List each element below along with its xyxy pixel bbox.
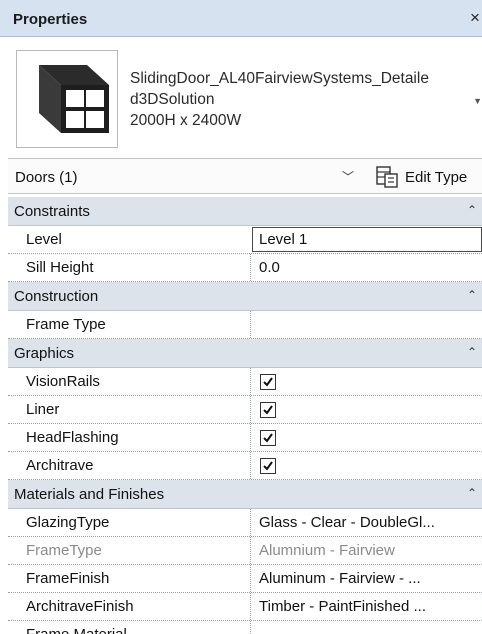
properties-palette: Properties × SlidingDoor_AL40FairviewSys… — [0, 0, 482, 634]
architrave-checkbox[interactable] — [260, 458, 276, 474]
properties-grid: Constraints ⌃ Level Level 1 Sill Height … — [8, 197, 482, 634]
edit-type-icon — [376, 166, 398, 188]
property-row-frame-finish[interactable]: FrameFinish Aluminum - Fairview - ... — [8, 565, 482, 593]
property-name: Frame Type — [26, 316, 106, 333]
property-row-vision-rails[interactable]: VisionRails — [8, 368, 482, 396]
property-value[interactable]: Aluminum - Fairview - ... — [259, 570, 481, 587]
liner-checkbox[interactable] — [260, 402, 276, 418]
instance-filter-dropdown[interactable]: Doors (1) — [15, 169, 78, 186]
property-value[interactable]: Timber - PaintFinished ... — [259, 598, 481, 615]
palette-titlebar[interactable]: Properties × — [0, 0, 482, 37]
property-name: Frame Material — [26, 626, 127, 634]
column-divider — [250, 254, 251, 281]
property-row-frame-type[interactable]: Frame Type — [8, 311, 482, 339]
column-divider — [250, 621, 251, 634]
property-row-head-flashing[interactable]: HeadFlashing — [8, 424, 482, 452]
column-divider — [250, 452, 251, 479]
type-name: SlidingDoor_AL40FairviewSystems_Detaile … — [130, 68, 475, 131]
group-header-materials-and-finishes[interactable]: Materials and Finishes ⌃ — [8, 480, 482, 509]
vision-rails-checkbox[interactable] — [260, 374, 276, 390]
group-header-construction[interactable]: Construction ⌃ — [8, 282, 482, 311]
property-name: FrameType — [26, 542, 102, 559]
property-value[interactable]: 0.0 — [259, 259, 481, 276]
property-row-architrave[interactable]: Architrave — [8, 452, 482, 480]
property-name: Liner — [26, 401, 60, 418]
property-row-frame-material[interactable]: Frame Material — [8, 621, 482, 634]
group-header-constraints[interactable]: Constraints ⌃ — [8, 197, 482, 226]
property-row-sill-height[interactable]: Sill Height 0.0 — [8, 254, 482, 282]
window-door-icon — [16, 50, 118, 148]
close-icon[interactable]: × — [470, 9, 482, 26]
edit-type-label: Edit Type — [405, 169, 468, 186]
edit-type-button[interactable]: Edit Type — [372, 163, 482, 189]
collapse-icon[interactable]: ⌃ — [467, 486, 477, 500]
type-name-line: d3DSolution — [130, 91, 215, 108]
property-name: Level — [26, 231, 62, 248]
property-row-glazing-type[interactable]: GlazingType Glass - Clear - DoubleGl... — [8, 509, 482, 537]
column-divider — [250, 593, 251, 620]
type-size: 2000H x 2400W — [130, 112, 242, 129]
property-row-liner[interactable]: Liner — [8, 396, 482, 424]
column-divider — [250, 311, 251, 338]
column-divider — [250, 565, 251, 592]
head-flashing-checkbox[interactable] — [260, 430, 276, 446]
type-dropdown-icon[interactable]: ▼ — [473, 96, 482, 106]
property-row-architrave-finish[interactable]: ArchitraveFinish Timber - PaintFinished … — [8, 593, 482, 621]
collapse-icon[interactable]: ⌃ — [467, 288, 477, 302]
column-divider — [250, 424, 251, 451]
property-row-level[interactable]: Level Level 1 — [8, 226, 482, 254]
column-divider — [250, 509, 251, 536]
property-row-frame-type-material: FrameType Alumnium - Fairview — [8, 537, 482, 565]
type-selector[interactable]: SlidingDoor_AL40FairviewSystems_Detaile … — [8, 44, 482, 152]
property-name: FrameFinish — [26, 570, 110, 587]
type-name-line: SlidingDoor_AL40FairviewSystems_Detaile — [130, 70, 429, 87]
property-name: VisionRails — [26, 373, 100, 390]
group-name: Materials and Finishes — [14, 486, 165, 503]
property-name: Architrave — [26, 457, 94, 474]
group-name: Graphics — [14, 345, 75, 362]
chevron-down-icon[interactable]: ﹀ — [342, 168, 354, 185]
group-header-graphics[interactable]: Graphics ⌃ — [8, 339, 482, 368]
property-value: Alumnium - Fairview — [259, 542, 395, 559]
palette-title: Properties — [13, 11, 88, 28]
property-value[interactable]: Glass - Clear - DoubleGl... — [259, 514, 481, 531]
property-name: Sill Height — [26, 259, 94, 276]
column-divider — [250, 368, 251, 395]
property-name: GlazingType — [26, 514, 110, 531]
column-divider — [250, 537, 251, 564]
collapse-icon[interactable]: ⌃ — [467, 345, 477, 359]
property-name: HeadFlashing — [26, 429, 119, 446]
collapse-icon[interactable]: ⌃ — [467, 203, 477, 217]
property-value: Level 1 — [259, 231, 308, 248]
property-name: ArchitraveFinish — [26, 598, 134, 615]
instance-selector: Doors (1) ﹀ Edit Type — [8, 158, 482, 194]
group-name: Construction — [14, 288, 99, 305]
column-divider — [250, 396, 251, 423]
group-name: Constraints — [14, 203, 90, 220]
